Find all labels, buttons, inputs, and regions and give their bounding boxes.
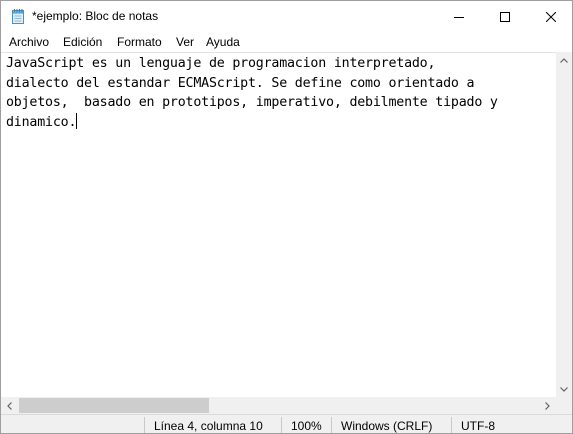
status-encoding: UTF-8 <box>461 419 495 433</box>
text-editor[interactable]: JavaScript es un lenguaje de programacio… <box>1 52 556 397</box>
minimize-icon <box>454 16 464 18</box>
status-separator <box>331 417 332 433</box>
editor-line: objetos, basado en prototipos, imperativ… <box>6 95 498 110</box>
editor-content[interactable]: JavaScript es un lenguaje de programacio… <box>6 54 498 132</box>
window-title: *ejemplo: Bloc de notas <box>32 9 159 23</box>
editor-line: JavaScript es un lenguaje de programacio… <box>6 56 436 71</box>
scrollbar-corner <box>556 397 572 414</box>
scroll-down-button[interactable] <box>556 381 572 397</box>
arrow-right-icon <box>545 401 550 410</box>
menu-edicion[interactable]: Edición <box>63 35 102 49</box>
maximize-button[interactable] <box>482 1 528 32</box>
menu-ayuda[interactable]: Ayuda <box>206 35 240 49</box>
horizontal-scroll-thumb[interactable] <box>19 398 209 413</box>
scroll-up-button[interactable] <box>556 52 572 68</box>
vertical-scrollbar[interactable] <box>556 52 572 397</box>
minimize-button[interactable] <box>436 1 482 32</box>
menu-bar: Archivo Edición Formato Ver Ayuda <box>1 32 572 52</box>
scroll-left-button[interactable] <box>1 397 18 414</box>
arrow-up-icon <box>560 57 568 63</box>
close-icon <box>546 11 556 22</box>
arrow-left-icon <box>7 401 12 410</box>
text-caret <box>76 112 78 129</box>
notepad-icon <box>10 8 26 24</box>
title-bar[interactable]: *ejemplo: Bloc de notas <box>1 1 572 32</box>
scroll-right-button[interactable] <box>539 397 556 414</box>
status-cursor-position: Línea 4, columna 10 <box>154 419 263 433</box>
menu-ver[interactable]: Ver <box>176 35 194 49</box>
arrow-down-icon <box>560 386 568 392</box>
menu-archivo[interactable]: Archivo <box>9 35 49 49</box>
status-separator <box>144 417 145 433</box>
editor-line: dialecto del estandar ECMAScript. Se def… <box>6 75 475 91</box>
status-separator <box>281 417 282 433</box>
notepad-window: *ejemplo: Bloc de notas Archivo Edición … <box>0 0 573 434</box>
maximize-icon <box>500 11 510 22</box>
menu-formato[interactable]: Formato <box>117 35 162 49</box>
horizontal-scrollbar[interactable] <box>1 397 556 414</box>
status-bar: Línea 4, columna 10 100% Windows (CRLF) … <box>1 414 572 433</box>
status-line-ending: Windows (CRLF) <box>341 419 433 433</box>
close-button[interactable] <box>528 1 572 32</box>
editor-line: dinamico. <box>6 114 77 130</box>
status-zoom: 100% <box>291 419 322 433</box>
status-separator <box>451 417 452 433</box>
